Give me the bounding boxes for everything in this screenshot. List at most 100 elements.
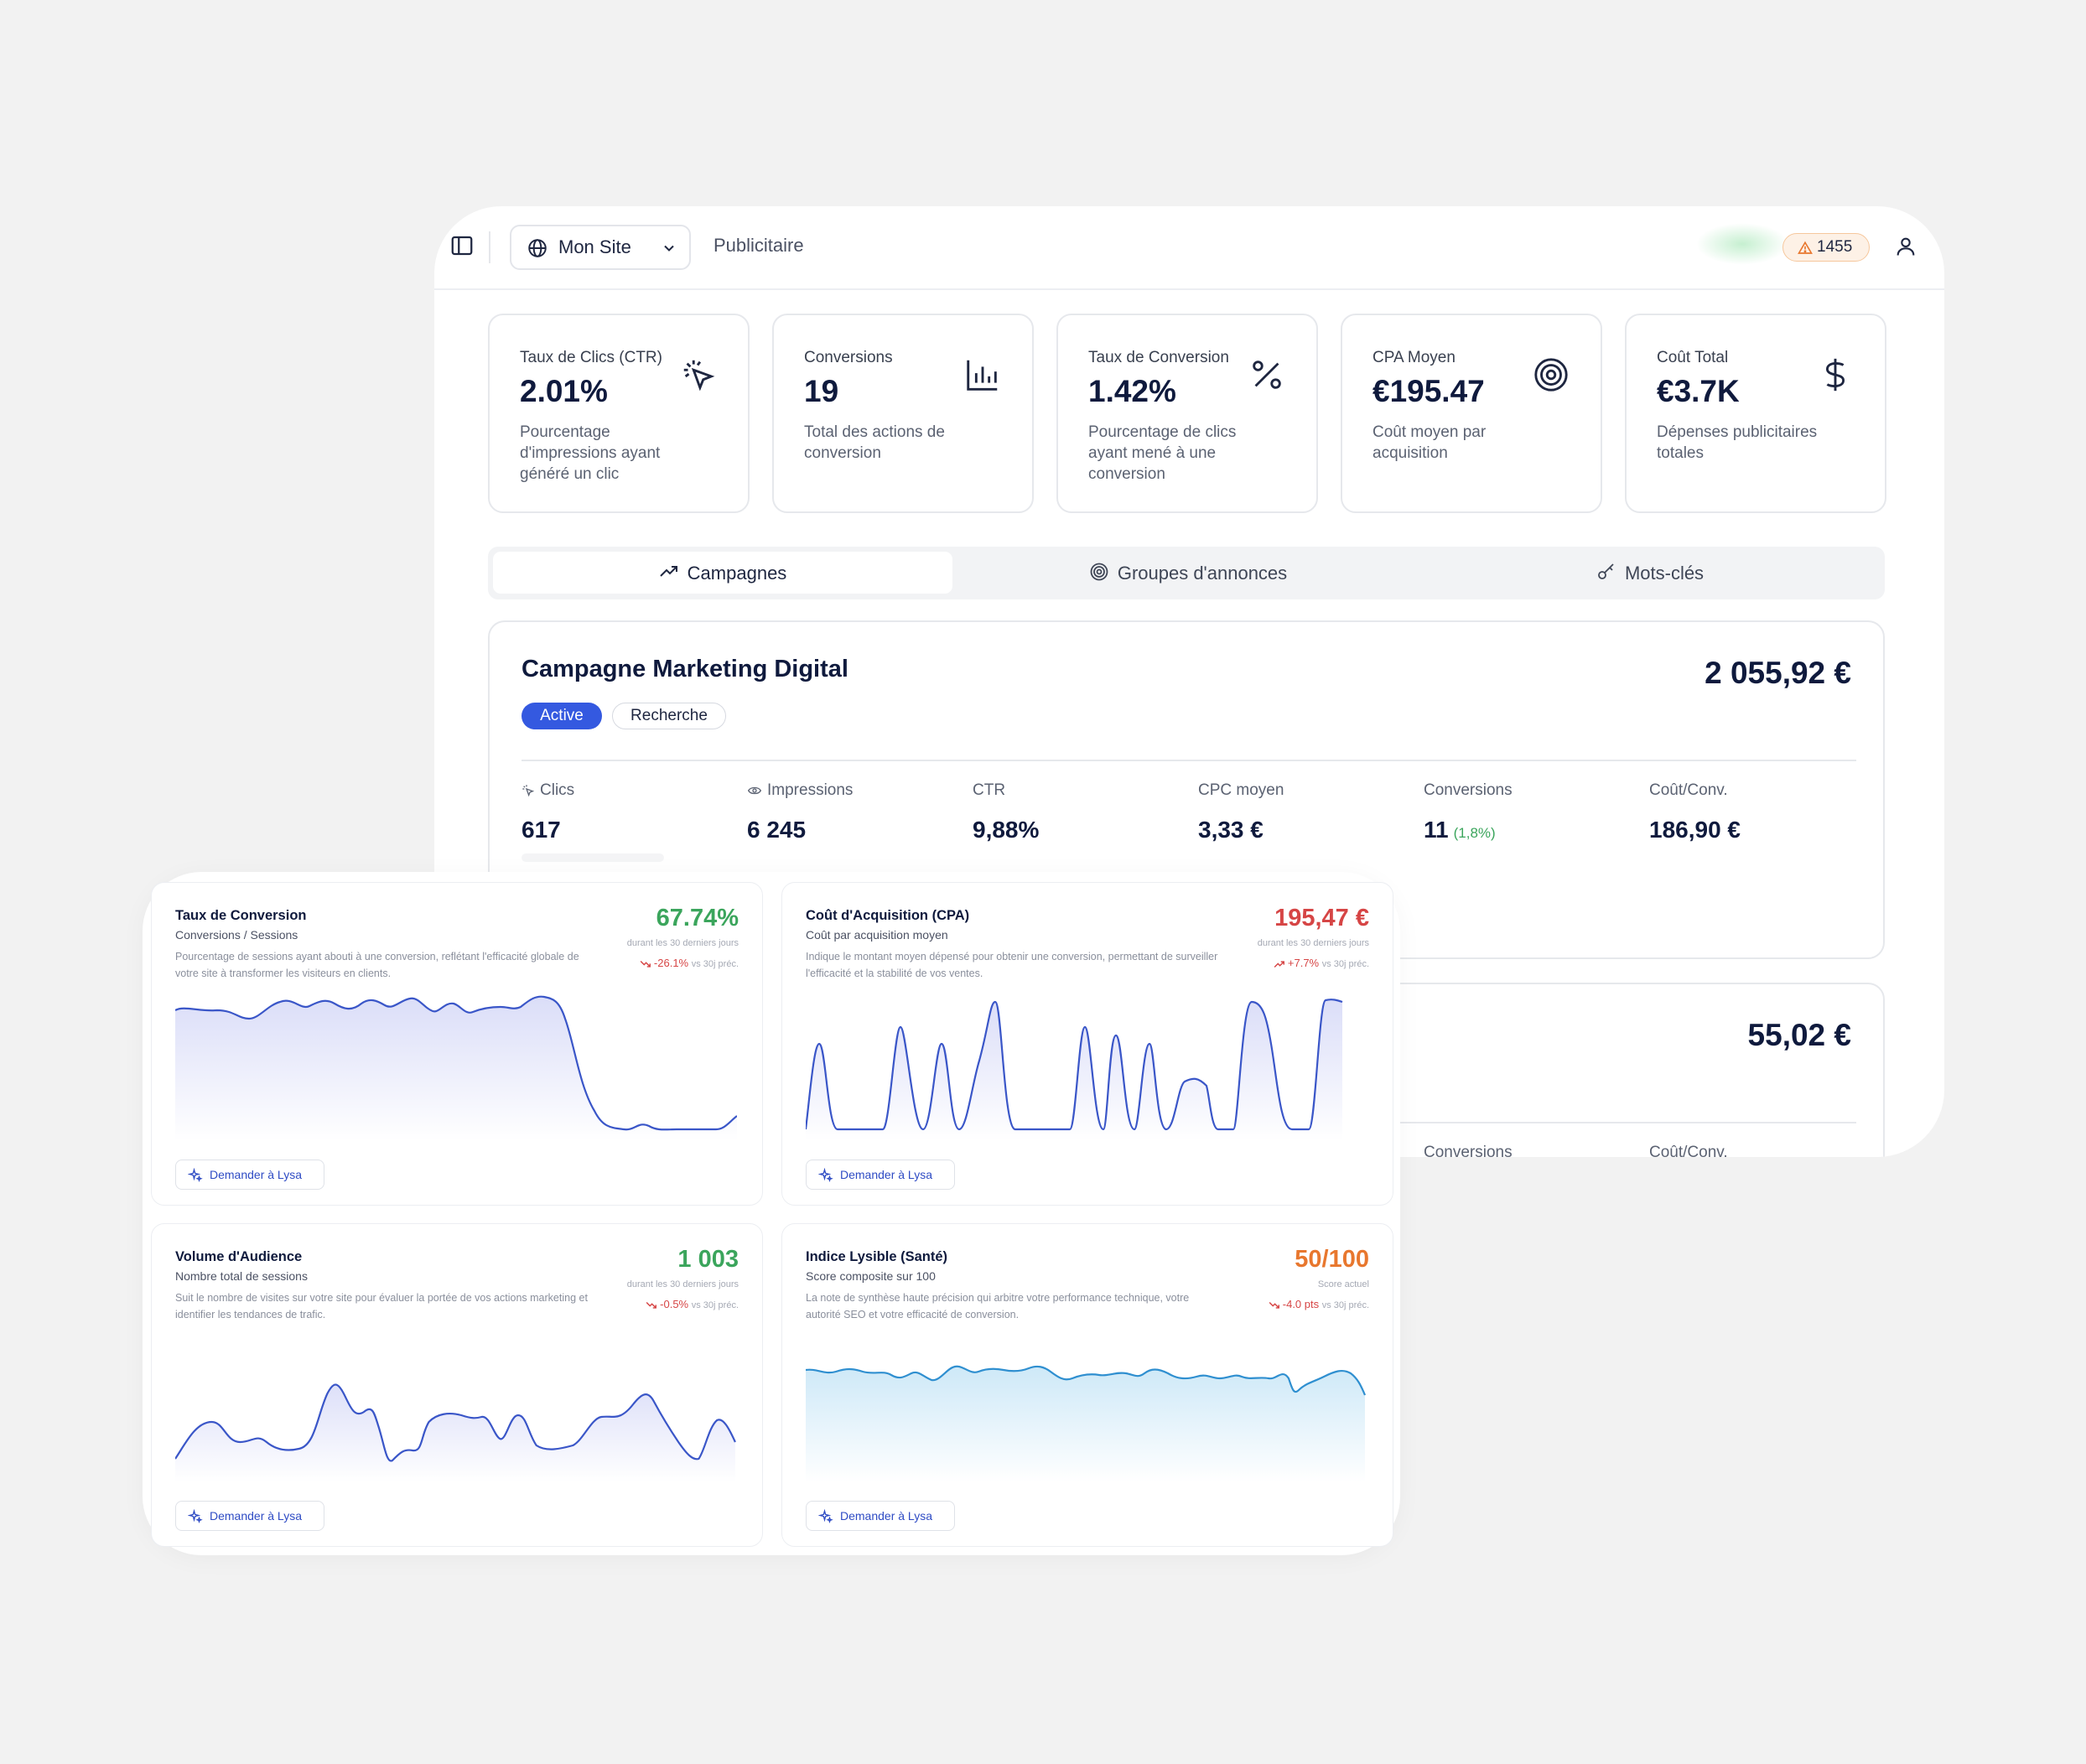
- tab-label: Campagnes: [687, 563, 787, 584]
- tab-campagnes[interactable]: Campagnes: [493, 552, 952, 594]
- card-period: durant les 30 derniers jours: [1257, 938, 1369, 948]
- ask-lysa-button[interactable]: Demander à Lysa: [806, 1160, 955, 1190]
- target-icon: [1089, 562, 1109, 582]
- chevron-down-icon: [661, 240, 677, 257]
- card-audience-volume: Volume d'Audience Nombre total de sessio…: [151, 1223, 763, 1547]
- card-value: 195,47 €: [1274, 905, 1369, 931]
- card-title: Taux de Conversion: [175, 908, 307, 923]
- kpi-value: 1.42%: [1088, 374, 1176, 408]
- user-icon[interactable]: [1894, 235, 1917, 258]
- card-description: Indique le montant moyen dépensé pour ob…: [806, 951, 1218, 979]
- metric-value: 9,88%: [973, 817, 1040, 843]
- card-value: 67.74%: [656, 905, 739, 931]
- kpi-description: Pourcentage d'impressions ayant généré u…: [520, 423, 661, 483]
- area-chart: [806, 999, 1343, 1141]
- sidebar-toggle-icon[interactable]: [449, 233, 475, 258]
- metric-cost-per-conv: Coût/Conv. 186,90 €: [1649, 781, 1741, 843]
- metric-conversions: Conversions 11 (1,8%): [1424, 781, 1513, 843]
- alerts-badge[interactable]: 1455: [1782, 233, 1870, 262]
- kpi-title: Taux de Conversion: [1088, 349, 1229, 366]
- card-description: Pourcentage de sessions ayant abouti à u…: [175, 951, 579, 979]
- area-fill: [175, 996, 737, 1141]
- card-subtitle: Score composite sur 100: [806, 1269, 936, 1283]
- eye-icon: [747, 786, 762, 795]
- kpi-card-total-cost: Coût Total €3.7K Dépenses publicitaires …: [1625, 314, 1886, 513]
- ask-lysa-button[interactable]: Demander à Lysa: [175, 1501, 324, 1531]
- tab-groupes-annonces[interactable]: Groupes d'annonces: [957, 552, 1419, 594]
- kpi-card-conversions: Conversions 19 Total des actions de conv…: [772, 314, 1034, 513]
- alerts-count: 1455: [1817, 238, 1853, 256]
- site-selector[interactable]: Mon Site: [510, 225, 691, 270]
- kpi-value: €3.7K: [1657, 374, 1740, 408]
- metric-rate: (1,8%): [1453, 825, 1496, 841]
- ask-lysa-label: Demander à Lysa: [210, 1509, 302, 1523]
- campaign-amount: 55,02 €: [1747, 1018, 1851, 1052]
- key-icon: [1596, 562, 1616, 582]
- metric-value: 186,90 €: [1649, 817, 1741, 843]
- metric-label: Conversions: [1424, 1144, 1513, 1157]
- globe-icon: [527, 237, 548, 259]
- ask-lysa-label: Demander à Lysa: [210, 1168, 302, 1181]
- area-chart: [175, 1335, 737, 1482]
- ask-lysa-label: Demander à Lysa: [840, 1509, 932, 1523]
- tab-label: Groupes d'annonces: [1117, 563, 1288, 584]
- trend-down-icon: [640, 960, 651, 968]
- tab-label: Mots-clés: [1624, 563, 1705, 584]
- card-subtitle: Conversions / Sessions: [175, 928, 298, 942]
- change-value: -4.0 pts: [1282, 1298, 1320, 1310]
- sparkle-icon: [188, 1509, 203, 1523]
- metric-label: Impressions: [767, 781, 854, 799]
- sparkle-icon: [818, 1509, 833, 1523]
- metric-value: 11: [1424, 817, 1449, 843]
- metrics-panel: Taux de Conversion Conversions / Session…: [143, 872, 1400, 1555]
- warning-icon: [1798, 241, 1813, 256]
- metric-label: CTR: [973, 781, 1006, 799]
- metric-ctr: CTR 9,88%: [973, 781, 1039, 843]
- kpi-value: 19: [804, 374, 839, 408]
- sparkle-icon: [188, 1168, 203, 1182]
- ask-lysa-label: Demander à Lysa: [840, 1168, 932, 1181]
- site-selector-label: Mon Site: [558, 236, 631, 257]
- card-conversion-rate: Taux de Conversion Conversions / Session…: [151, 882, 763, 1206]
- trend-up-icon: [1274, 960, 1284, 968]
- kpi-value: 2.01%: [520, 374, 608, 408]
- card-change: +7.7% vs 30j préc.: [1274, 957, 1369, 969]
- change-suffix: vs 30j préc.: [691, 959, 739, 969]
- kpi-card-ctr: Taux de Clics (CTR) 2.01% Pourcentage d'…: [488, 314, 750, 513]
- area-chart: [175, 995, 737, 1141]
- kpi-description: Pourcentage de clics ayant mené à une co…: [1088, 423, 1237, 483]
- metric-value: 617: [522, 817, 561, 843]
- change-value: -26.1%: [653, 957, 689, 969]
- target-icon: [1532, 355, 1570, 394]
- card-description: La note de synthèse haute précision qui …: [806, 1292, 1190, 1320]
- card-health-index: Indice Lysible (Santé) Score composite s…: [781, 1223, 1393, 1547]
- kpi-title: CPA Moyen: [1373, 349, 1456, 366]
- dollar-icon: [1816, 355, 1855, 394]
- kpi-title: Conversions: [804, 349, 893, 366]
- metric-label: Conversions: [1424, 781, 1513, 799]
- ask-lysa-button[interactable]: Demander à Lysa: [806, 1501, 955, 1531]
- area-fill: [806, 1366, 1365, 1482]
- metric-value: 6 245: [747, 817, 807, 843]
- percent-icon: [1248, 355, 1286, 394]
- card-value: 50/100: [1295, 1246, 1369, 1273]
- card-change: -0.5% vs 30j préc.: [646, 1298, 739, 1310]
- change-suffix: vs 30j préc.: [1321, 959, 1369, 969]
- details-link[interactable]: [522, 853, 664, 862]
- sparkle-icon: [522, 785, 535, 797]
- card-title: Volume d'Audience: [175, 1249, 303, 1264]
- card-cpa: Coût d'Acquisition (CPA) Coût par acquis…: [781, 882, 1393, 1206]
- divider: [489, 231, 490, 263]
- status-badge: Active: [522, 703, 602, 729]
- card-subtitle: Nombre total de sessions: [175, 1269, 308, 1283]
- card-change: -4.0 pts vs 30j préc.: [1269, 1298, 1369, 1310]
- ask-lysa-button[interactable]: Demander à Lysa: [175, 1160, 324, 1190]
- change-value: +7.7%: [1287, 957, 1320, 969]
- kpi-title: Coût Total: [1657, 349, 1729, 366]
- campaign-name: Campagne Marketing Digital: [522, 656, 848, 682]
- tab-mots-cles[interactable]: Mots-clés: [1420, 552, 1880, 594]
- sparkle-icon: [818, 1168, 833, 1182]
- area-chart: [806, 1365, 1367, 1482]
- card-change: -26.1% vs 30j préc.: [640, 957, 739, 969]
- metric-label: CPC moyen: [1198, 781, 1284, 799]
